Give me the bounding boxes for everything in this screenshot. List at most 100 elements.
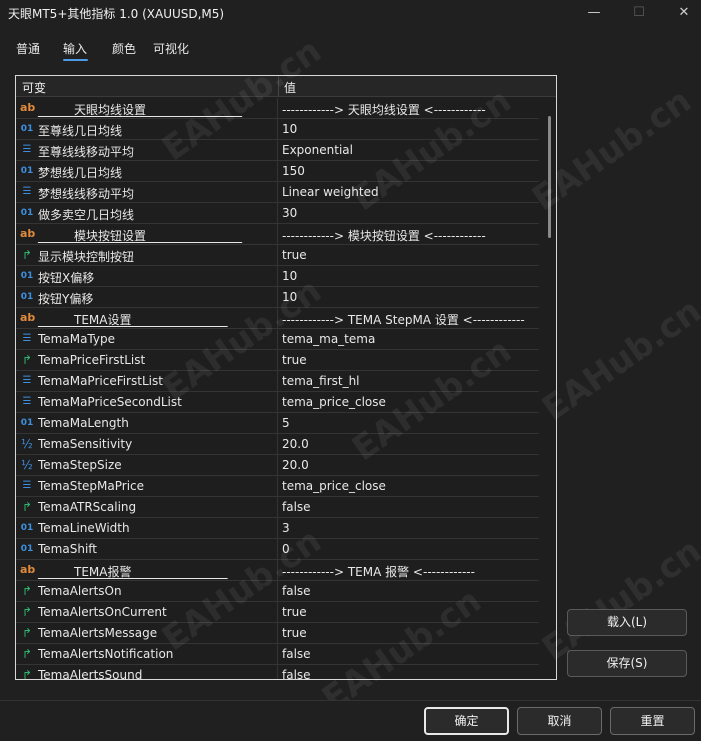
save-button[interactable]: 保存(S) <box>567 650 687 677</box>
column-header-value[interactable]: 值 <box>284 79 296 96</box>
cancel-button[interactable]: 取消 <box>517 707 602 735</box>
parameter-value[interactable]: ------------> TEMA 报警 <------------ <box>282 563 475 580</box>
section-row[interactable]: ab ______TEMA报警________________ ----------… <box>16 560 539 581</box>
variable-cell: ab ______TEMA设置________________ <box>16 308 278 328</box>
ok-button[interactable]: 确定 <box>424 707 509 735</box>
parameter-row[interactable]: ↱ TemaPriceFirstList true <box>16 350 539 371</box>
parameter-value[interactable]: true <box>282 353 307 367</box>
window-title: 天眼MT5+其他指标 1.0 (XAUUSD,M5) <box>8 7 225 21</box>
parameter-row[interactable]: ↱ TemaAlertsNotification false <box>16 644 539 665</box>
parameter-row[interactable]: ↱ TemaAlertsMessage true <box>16 623 539 644</box>
parameter-value[interactable]: false <box>282 584 311 598</box>
parameter-value[interactable]: tema_price_close <box>282 479 386 493</box>
grid-header: 可变 值 <box>16 76 556 97</box>
parameter-value[interactable]: 3 <box>282 521 290 535</box>
parameter-row[interactable]: ↱ TemaAlertsOn false <box>16 581 539 602</box>
parameter-row[interactable]: 01 做多卖空几日均线 30 <box>16 203 539 224</box>
parameter-row[interactable]: ☰ TemaMaPriceSecondList tema_price_close <box>16 392 539 413</box>
variable-cell: ☰ TemaStepMaPrice <box>16 476 278 496</box>
variable-cell: ↱ TemaATRScaling <box>16 497 278 517</box>
parameter-value[interactable]: 10 <box>282 122 297 136</box>
parameter-row[interactable]: ↱ TemaATRScaling false <box>16 497 539 518</box>
parameter-row[interactable]: ↱ 显示模块控制按钮 true <box>16 245 539 266</box>
parameter-value[interactable]: 150 <box>282 164 305 178</box>
parameter-row[interactable]: 01 按钮Y偏移 10 <box>16 287 539 308</box>
close-icon[interactable]: ✕ <box>670 3 698 23</box>
parameter-value[interactable]: 5 <box>282 416 290 430</box>
variable-cell: ↱ 显示模块控制按钮 <box>16 245 278 265</box>
parameter-value[interactable]: false <box>282 647 311 661</box>
parameter-row[interactable]: 01 至尊线几日均线 10 <box>16 119 539 140</box>
variable-cell: 01 至尊线几日均线 <box>16 119 278 139</box>
parameter-value[interactable]: 20.0 <box>282 437 309 451</box>
parameter-value[interactable]: Linear weighted <box>282 185 379 199</box>
parameter-value[interactable]: tema_price_close <box>282 395 386 409</box>
reset-button[interactable]: 重置 <box>610 707 695 735</box>
column-divider[interactable] <box>278 76 279 97</box>
parameter-value[interactable]: 20.0 <box>282 458 309 472</box>
variable-cell: ↱ TemaAlertsSound <box>16 665 278 680</box>
parameter-row[interactable]: ↱ TemaAlertsSound false <box>16 665 539 680</box>
parameter-value[interactable]: false <box>282 500 311 514</box>
tab-colors[interactable]: 颜色 <box>112 40 136 57</box>
enum-list-icon: ☰ <box>22 186 32 197</box>
parameter-value[interactable]: 10 <box>282 269 297 283</box>
parameter-value[interactable]: true <box>282 248 307 262</box>
parameter-value[interactable]: 10 <box>282 290 297 304</box>
parameter-value[interactable]: 0 <box>282 542 290 556</box>
parameter-row[interactable]: 01 TemaShift 0 <box>16 539 539 560</box>
variable-cell: ↱ TemaAlertsOnCurrent <box>16 602 278 622</box>
parameter-row[interactable]: ½ TemaStepSize 20.0 <box>16 455 539 476</box>
parameter-row[interactable]: 01 按钮X偏移 10 <box>16 266 539 287</box>
parameter-name: ______TEMA设置________________ <box>38 313 228 327</box>
parameter-row[interactable]: ☰ 梦想线线移动平均 Linear weighted <box>16 182 539 203</box>
parameter-name: TemaAlertsMessage <box>38 626 158 640</box>
parameter-row[interactable]: ☰ TemaMaType tema_ma_tema <box>16 329 539 350</box>
variable-cell: ½ TemaStepSize <box>16 455 278 475</box>
parameter-row[interactable]: ↱ TemaAlertsOnCurrent true <box>16 602 539 623</box>
parameter-value[interactable]: ------------> TEMA StepMA 设置 <----------… <box>282 311 525 328</box>
column-header-variable[interactable]: 可变 <box>22 79 46 96</box>
minimize-icon[interactable]: — <box>580 3 608 23</box>
parameter-value[interactable]: tema_ma_tema <box>282 332 375 346</box>
double-type-icon: ½ <box>21 458 33 472</box>
variable-cell: 01 TemaMaLength <box>16 413 278 433</box>
parameter-value[interactable]: tema_first_hl <box>282 374 360 388</box>
scrollbar-thumb[interactable] <box>548 116 551 238</box>
load-button[interactable]: 载入(L) <box>567 609 687 636</box>
parameter-row[interactable]: 01 梦想线几日均线 150 <box>16 161 539 182</box>
integer-type-icon: 01 <box>20 544 34 554</box>
parameter-value[interactable]: ------------> 模块按钮设置 <------------ <box>282 227 486 244</box>
watermark-text: EAHub.cn <box>535 290 701 430</box>
section-row[interactable]: ab ______TEMA设置________________ ----------… <box>16 308 539 329</box>
parameter-row[interactable]: ½ TemaSensitivity 20.0 <box>16 434 539 455</box>
enum-list-icon: ☰ <box>22 375 32 386</box>
parameter-row[interactable]: ☰ TemaMaPriceFirstList tema_first_hl <box>16 371 539 392</box>
variable-cell: ↱ TemaAlertsOn <box>16 581 278 601</box>
parameter-name: TemaMaLength <box>38 416 129 430</box>
section-row[interactable]: ab ______模块按钮设置________________ ----------… <box>16 224 539 245</box>
integer-type-icon: 01 <box>20 292 34 302</box>
tab-general[interactable]: 普通 <box>16 40 40 57</box>
enum-list-icon: ☰ <box>22 480 32 491</box>
string-type-icon: ab <box>20 101 36 114</box>
parameter-value[interactable]: 30 <box>282 206 297 220</box>
enum-list-icon: ☰ <box>22 333 32 344</box>
tab-inputs[interactable]: 输入 <box>63 40 87 57</box>
parameter-value[interactable]: false <box>282 668 311 679</box>
parameter-row[interactable]: ☰ 至尊线线移动平均 Exponential <box>16 140 539 161</box>
maximize-icon: ☐ <box>633 5 645 20</box>
tab-visualization[interactable]: 可视化 <box>153 40 189 57</box>
variable-cell: 01 按钮X偏移 <box>16 266 278 286</box>
parameter-value[interactable]: true <box>282 605 307 619</box>
vertical-scrollbar[interactable] <box>545 98 555 679</box>
section-row[interactable]: ab ______天眼均线设置________________ ----------… <box>16 98 539 119</box>
string-type-icon: ab <box>20 227 36 240</box>
parameter-value[interactable]: ------------> 天眼均线设置 <------------ <box>282 101 486 118</box>
parameter-value[interactable]: Exponential <box>282 143 353 157</box>
parameter-value[interactable]: true <box>282 626 307 640</box>
parameter-row[interactable]: 01 TemaMaLength 5 <box>16 413 539 434</box>
boolean-type-icon: ↱ <box>21 668 33 680</box>
parameter-row[interactable]: ☰ TemaStepMaPrice tema_price_close <box>16 476 539 497</box>
parameter-row[interactable]: 01 TemaLineWidth 3 <box>16 518 539 539</box>
